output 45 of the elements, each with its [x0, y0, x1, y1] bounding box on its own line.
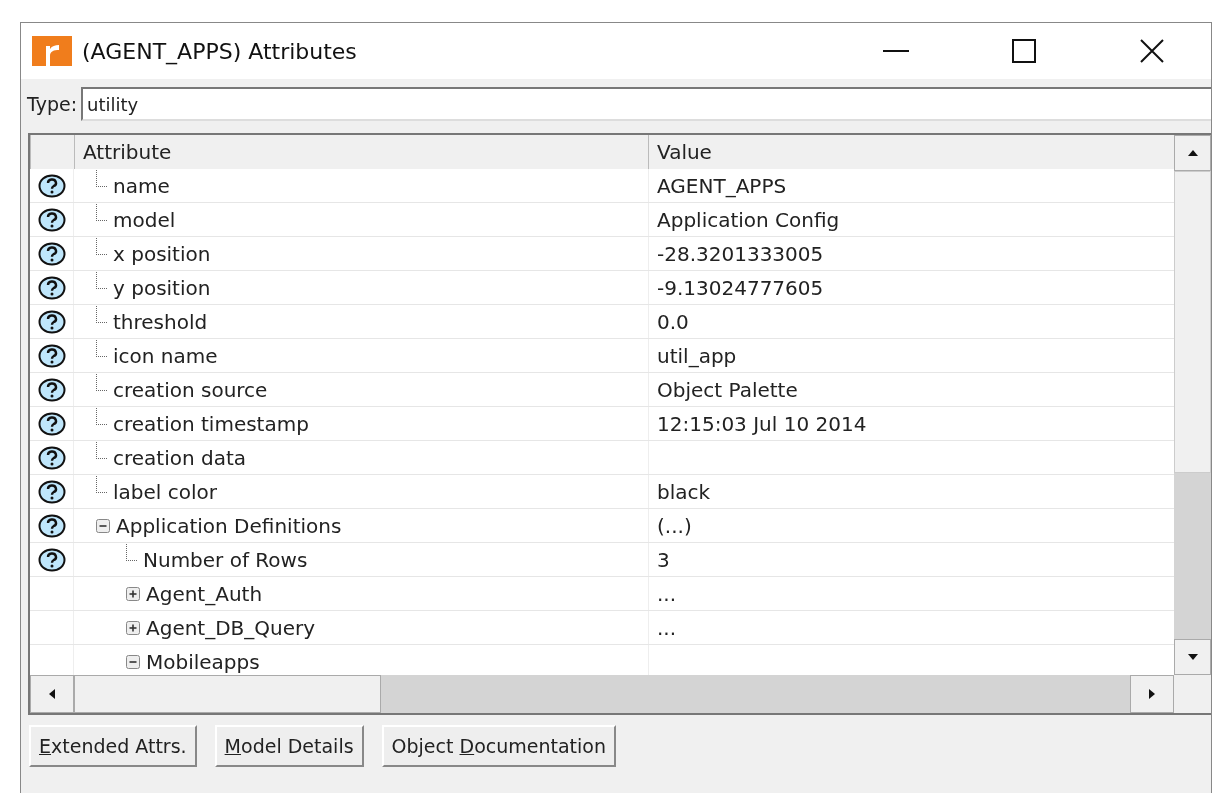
- help-icon[interactable]: [37, 309, 66, 334]
- help-icon[interactable]: [37, 513, 66, 538]
- attribute-name: Mobileapps: [146, 649, 260, 674]
- help-icon[interactable]: [37, 207, 66, 232]
- expand-icon[interactable]: [126, 620, 140, 635]
- help-icon[interactable]: [37, 547, 66, 572]
- help-icon[interactable]: [37, 445, 66, 470]
- collapse-icon[interactable]: [96, 518, 110, 533]
- maximize-icon: [1012, 39, 1036, 63]
- vertical-scrollbar[interactable]: [1174, 135, 1211, 675]
- attribute-name: model: [113, 207, 176, 232]
- type-field[interactable]: utility: [81, 87, 1211, 121]
- attribute-name: icon name: [113, 343, 218, 368]
- attribute-name: Agent_DB_Query: [146, 615, 316, 640]
- attribute-name: Application Definitions: [116, 513, 342, 538]
- dialog-button[interactable]: Extended Attrs.: [29, 725, 197, 767]
- type-label: Type:: [27, 93, 78, 115]
- attribute-name: creation source: [113, 377, 268, 402]
- attribute-name: label color: [113, 479, 217, 504]
- collapse-icon[interactable]: [126, 654, 140, 669]
- help-icon[interactable]: [37, 241, 66, 266]
- minimize-icon: [883, 50, 909, 52]
- help-icon[interactable]: [37, 479, 66, 504]
- scroll-up-button[interactable]: [1174, 135, 1211, 171]
- dialog-button[interactable]: Model Details: [214, 725, 364, 767]
- attribute-name: Number of Rows: [143, 547, 308, 572]
- help-icon[interactable]: [37, 411, 66, 436]
- help-icon[interactable]: [37, 343, 66, 368]
- attribute-name: creation timestamp: [113, 411, 309, 436]
- attribute-name: y position: [113, 275, 211, 300]
- help-icon[interactable]: [37, 173, 66, 198]
- expand-icon[interactable]: [126, 586, 140, 601]
- column-header[interactable]: Attribute: [74, 135, 648, 169]
- dialog-button[interactable]: Object Documentation: [381, 725, 616, 767]
- attribute-name: Agent_Auth: [146, 581, 263, 606]
- scroll-down-button[interactable]: [1174, 639, 1211, 675]
- app-logo-icon: [32, 36, 72, 66]
- attribute-name: threshold: [113, 309, 208, 334]
- help-icon[interactable]: [37, 377, 66, 402]
- attribute-name: creation data: [113, 445, 247, 470]
- help-icon[interactable]: [37, 275, 66, 300]
- window-title: (AGENT_APPS) Attributes: [82, 38, 358, 64]
- attribute-name: x position: [113, 241, 211, 266]
- attribute-name: name: [113, 173, 170, 198]
- close-icon: [1139, 38, 1165, 64]
